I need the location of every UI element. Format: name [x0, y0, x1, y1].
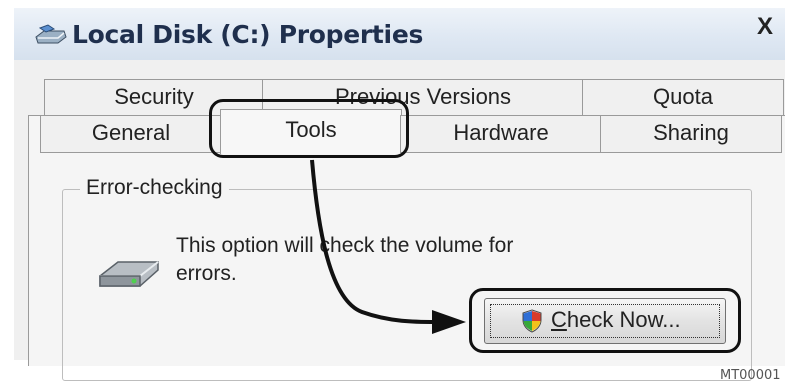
tab-label: Sharing	[653, 120, 729, 145]
close-button[interactable]: X	[757, 12, 785, 42]
tab-hardware[interactable]: Hardware	[400, 115, 602, 153]
tab-quota[interactable]: Quota	[582, 79, 784, 116]
tab-label: General	[91, 120, 171, 145]
tab-label: Security	[114, 84, 194, 109]
description-line-1: This option will check the volume for	[176, 234, 514, 257]
tab-label: Hardware	[453, 120, 549, 145]
window-title: Local Disk (C:) Properties	[72, 20, 424, 49]
tools-tab-callout	[209, 99, 409, 158]
tab-label: Quota	[653, 84, 713, 109]
description-line-2: errors.	[176, 262, 237, 285]
error-checking-label: Error-checking	[80, 176, 229, 200]
check-now-callout	[469, 288, 741, 353]
tab-sharing[interactable]: Sharing	[600, 115, 782, 153]
disk-properties-icon	[34, 23, 68, 47]
tab-general[interactable]: General	[40, 115, 222, 153]
figure-code: MT00001	[720, 368, 781, 383]
hard-drive-icon	[96, 246, 162, 298]
title-bar: Local Disk (C:) Properties	[14, 8, 785, 61]
stage: Local Disk (C:) Properties X Security Pr…	[0, 0, 785, 390]
